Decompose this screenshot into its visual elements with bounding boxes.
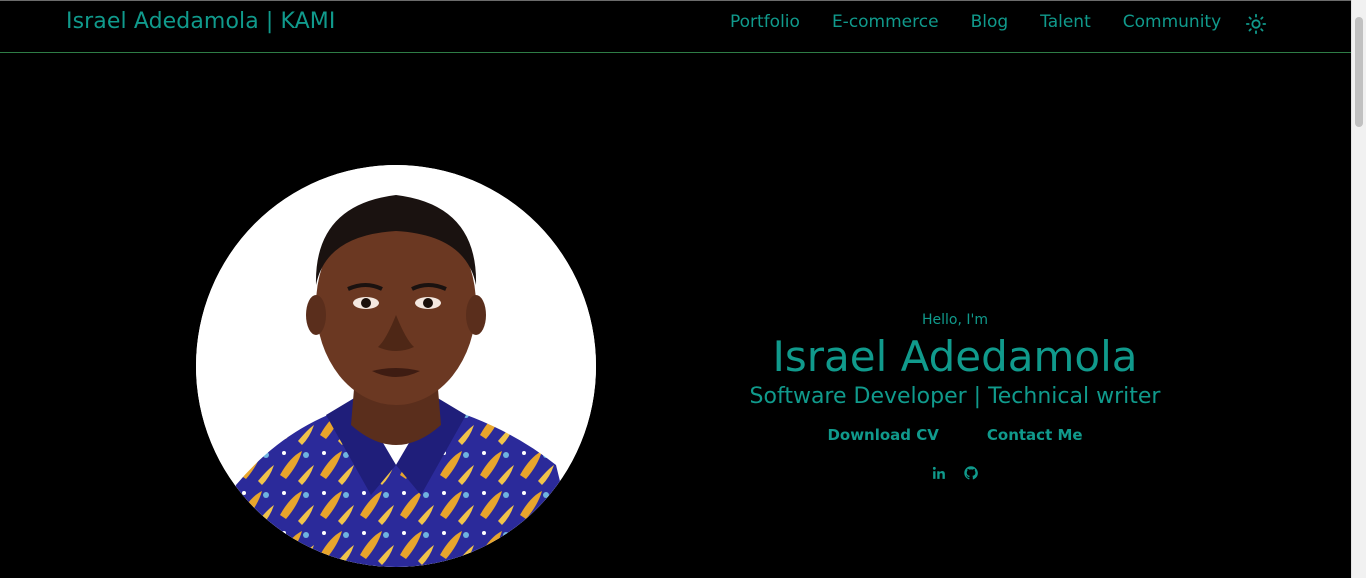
- github-icon: [964, 466, 978, 480]
- profile-photo: [196, 165, 596, 567]
- hero-role: Software Developer | Technical writer: [749, 384, 1161, 409]
- scrollbar-thumb[interactable]: [1355, 17, 1363, 127]
- main-nav: Portfolio E-commerce Blog Talent Communi…: [730, 12, 1221, 32]
- sun-icon: [1245, 13, 1267, 35]
- nav-ecommerce[interactable]: E-commerce: [832, 12, 939, 32]
- brand-link[interactable]: Israel Adedamola | KAMI: [66, 9, 335, 34]
- portrait-illustration: [196, 165, 596, 567]
- download-cv-button[interactable]: Download CV: [827, 426, 938, 444]
- linkedin-link[interactable]: [932, 466, 946, 480]
- nav-community[interactable]: Community: [1123, 12, 1221, 32]
- social-links: [705, 466, 1205, 480]
- hero-buttons: Download CV Contact Me: [705, 426, 1205, 444]
- navbar: Israel Adedamola | KAMI Portfolio E-comm…: [0, 1, 1351, 53]
- nav-blog[interactable]: Blog: [971, 12, 1009, 32]
- page-scrollbar[interactable]: [1351, 0, 1366, 578]
- linkedin-icon: [932, 466, 945, 479]
- nav-talent[interactable]: Talent: [1040, 12, 1091, 32]
- contact-me-button[interactable]: Contact Me: [987, 426, 1083, 444]
- nav-portfolio[interactable]: Portfolio: [730, 12, 800, 32]
- hero-greeting: Hello, I'm: [921, 312, 988, 328]
- theme-toggle-button[interactable]: [1245, 13, 1267, 35]
- github-link[interactable]: [964, 466, 978, 480]
- hero-name: Israel Adedamola: [772, 332, 1138, 381]
- hero-section: Hello, I'm Israel Adedamola Software Dev…: [705, 310, 1205, 480]
- page: Israel Adedamola | KAMI Portfolio E-comm…: [0, 0, 1366, 578]
